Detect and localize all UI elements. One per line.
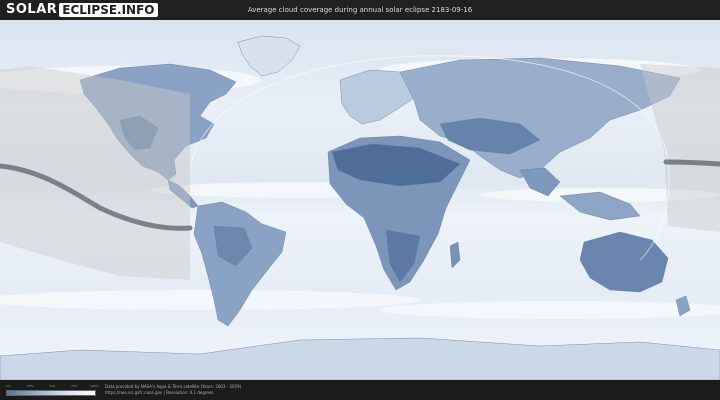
legend-gradient-bar [6, 390, 96, 396]
cloud-coverage-map [0, 20, 720, 381]
legend-tick: 50% [49, 384, 56, 388]
cloud-coverage-legend: 0% 25% 50% 75% 100% [6, 384, 99, 398]
header: SOLAR ECLIPSE.INFO Average cloud coverag… [0, 0, 720, 20]
credits-line-2: https://neo.sci.gsfc.nasa.gov | Resoluti… [105, 390, 214, 395]
world-map [0, 20, 720, 381]
data-credits: Data provided by NASA's Aqua & Terra sat… [105, 384, 241, 396]
page-title: Average cloud coverage during annual sol… [247, 6, 473, 14]
footer: 0% 25% 50% 75% 100% Data provided by NAS… [0, 380, 720, 400]
legend-tick: 25% [27, 384, 34, 388]
legend-tick: 75% [71, 384, 78, 388]
legend-tick: 100% [90, 384, 99, 388]
legend-tick: 0% [6, 384, 11, 388]
